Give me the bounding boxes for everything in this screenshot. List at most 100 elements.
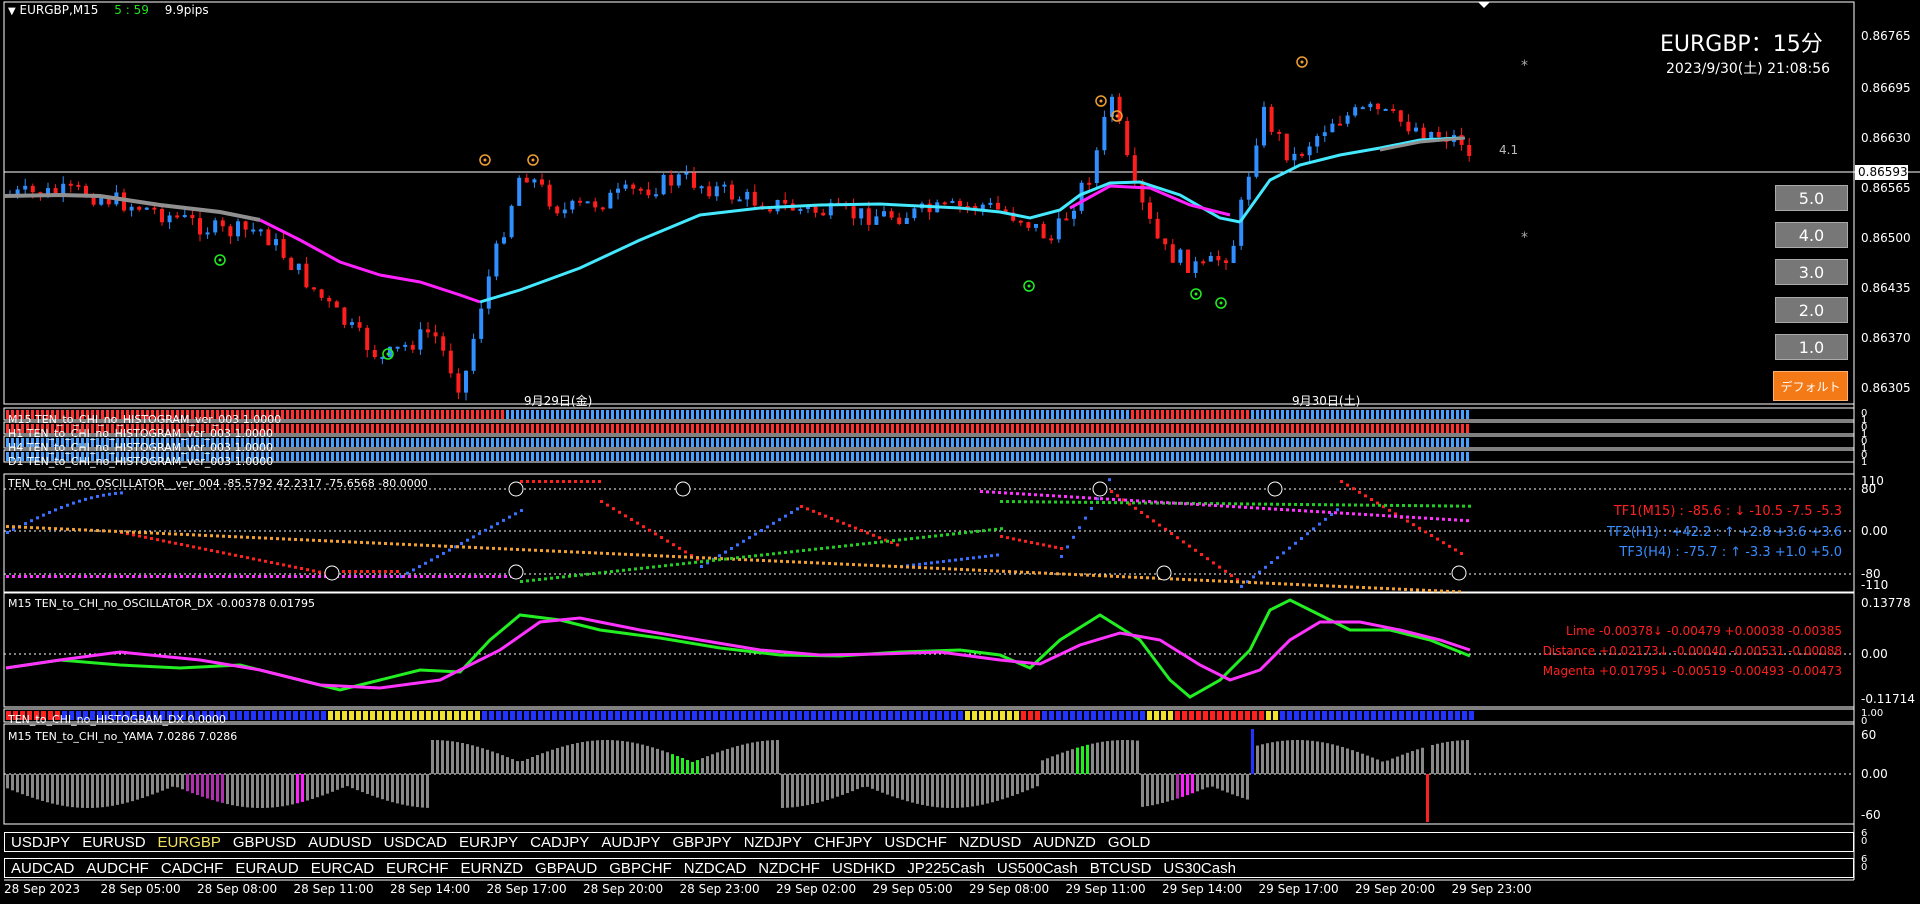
hist-dx-title: TEN_to_CHI_no_HISTOGRAM_DX 0.0000 <box>8 713 226 726</box>
bar-timer: 5 : 59 <box>114 3 149 17</box>
symbol-button[interactable]: GBPCHF <box>609 860 672 877</box>
dx-distance-readout: Distance +0.02173↓ -0.00040 -0.00531 -0.… <box>1542 644 1842 658</box>
time-tick: 28 Sep 14:00 <box>390 882 471 896</box>
time-tick: 29 Sep 02:00 <box>776 882 857 896</box>
symbol-button[interactable]: AUDCHF <box>86 860 149 877</box>
time-tick: 28 Sep 20:00 <box>583 882 664 896</box>
time-tick: 28 Sep 2023 <box>4 882 81 896</box>
preset-button-2[interactable]: 2.0 <box>1775 297 1848 323</box>
time-tick: 29 Sep 08:00 <box>969 882 1050 896</box>
price-tick: 0.86305 <box>1861 381 1911 395</box>
dx-lime-readout: Lime -0.00378↓ -0.00479 +0.00038 -0.0038… <box>1566 624 1842 638</box>
symbol-button[interactable]: EURNZD <box>461 860 524 877</box>
preset-button-3[interactable]: 3.0 <box>1775 259 1848 285</box>
symbol-button[interactable]: USDCAD <box>384 834 447 851</box>
cyan-ma-segment <box>1238 136 1461 223</box>
dx-magenta-line <box>5 616 1471 690</box>
symbol-button[interactable]: USDHKD <box>832 860 895 877</box>
preset-button-1[interactable]: 1.0 <box>1775 334 1848 360</box>
time-tick: 28 Sep 17:00 <box>486 882 567 896</box>
price-tick: 0.86695 <box>1861 81 1911 95</box>
preset-button-4[interactable]: 4.0 <box>1775 222 1848 248</box>
symbol-button[interactable]: AUDCAD <box>11 860 74 877</box>
symbol-button[interactable]: USDCHF <box>884 834 947 851</box>
preset-button-5[interactable]: 5.0 <box>1775 185 1848 211</box>
symbol-button[interactable]: US500Cash <box>997 860 1078 877</box>
time-tick: 29 Sep 05:00 <box>872 882 953 896</box>
svg-text:*: * <box>1521 58 1528 74</box>
hist-dx-blocks <box>6 711 1474 720</box>
default-button[interactable]: デフォルト <box>1773 371 1848 401</box>
symbol-button[interactable]: EURCHF <box>386 860 449 877</box>
symbol-button[interactable]: AUDUSD <box>308 834 371 851</box>
time-tick: 29 Sep 14:00 <box>1162 882 1243 896</box>
symbol-button[interactable]: NZDJPY <box>744 834 802 851</box>
pair-title: EURGBP：15分 <box>1660 32 1823 57</box>
oscillator-title: TEN_to_CHI_no_OSCILLATOR__ver_004 -85.57… <box>8 477 428 490</box>
symbol-bar-row2: AUDCAD AUDCHF CADCHF EURAUD EURCAD EURCHF EURN… <box>4 858 1854 878</box>
chart-panes[interactable]: * * <box>0 0 1920 904</box>
time-tick: 29 Sep 20:00 <box>1355 882 1436 896</box>
time-tick: 28 Sep 11:00 <box>293 882 374 896</box>
strip-label-h4: H4 TEN_to_CHI_no_HISTOGRAM_ver_003 1.000… <box>8 441 273 454</box>
symbol-button[interactable]: GBPAUD <box>535 860 597 877</box>
symbol-button[interactable]: GOLD <box>1108 834 1151 851</box>
time-tick: 29 Sep 11:00 <box>1065 882 1146 896</box>
chart-annotation: 4.1 <box>1499 143 1519 157</box>
symbol-button[interactable]: EURUSD <box>82 834 145 851</box>
symbol-button[interactable]: JP225Cash <box>907 860 985 877</box>
tf3-readout: TF3(H4) : -75.7 : ↑ -3.3 +1.0 +5.0 <box>1619 545 1842 560</box>
dx-magenta-readout: Magenta +0.01795↓ -0.00519 -0.00493 -0.0… <box>1542 664 1842 678</box>
symbol-button[interactable]: EURJPY <box>459 834 518 851</box>
strip-label-m15: M15 TEN_to_CHI_no_HISTOGRAM_ver_003 1.00… <box>8 413 282 426</box>
current-price-tag: 0.86593 <box>1855 165 1908 180</box>
time-tick: 29 Sep 17:00 <box>1258 882 1339 896</box>
time-tick: 28 Sep 23:00 <box>679 882 760 896</box>
symbol-button[interactable]: CADJPY <box>530 834 589 851</box>
scroll-marker-icon[interactable] <box>1478 2 1490 8</box>
symbol-button[interactable]: AUDNZD <box>1033 834 1096 851</box>
symbol-button[interactable]: EURAUD <box>235 860 298 877</box>
symbol-button[interactable]: EURCAD <box>311 860 374 877</box>
spread-label: 9.9pips <box>164 3 209 17</box>
price-tick: 0.86500 <box>1861 231 1911 245</box>
symbol-button[interactable]: NZDUSD <box>959 834 1022 851</box>
price-tick: 0.86630 <box>1861 131 1911 145</box>
main-chart-frame <box>3 1 1855 405</box>
svg-text:*: * <box>1521 230 1528 246</box>
symbol-button[interactable]: NZDCAD <box>684 860 747 877</box>
chart-header: ▼ EURGBP,M15 5 : 59 9.9pips <box>8 3 209 17</box>
oscillator-dots <box>6 478 1471 594</box>
symbol-button[interactable]: AUDJPY <box>601 834 660 851</box>
symbol-button[interactable]: US30Cash <box>1163 860 1236 877</box>
time-tick: 28 Sep 05:00 <box>100 882 181 896</box>
price-tick: 0.86565 <box>1861 181 1911 195</box>
symbol-button[interactable]: GBPJPY <box>673 834 732 851</box>
date-label-day2: 9月30日(土) <box>1292 394 1361 408</box>
symbol-button[interactable]: GBPUSD <box>233 834 296 851</box>
price-tick: 0.86435 <box>1861 281 1911 295</box>
symbol-button[interactable]: CADCHF <box>161 860 224 877</box>
symbol-bar-row1: USDJPY EURUSD EURGBP GBPUSD AUDUSD USDCAD EURJ… <box>4 832 1854 852</box>
dx-lime-line <box>5 598 1471 699</box>
symbol-button[interactable]: NZDCHF <box>758 860 820 877</box>
collapse-arrow-icon[interactable]: ▼ <box>8 6 16 17</box>
date-label-day1: 9月29日(金) <box>524 394 593 408</box>
datetime-label: 2023/9/30(土) 21:08:56 <box>1666 61 1831 77</box>
candlestick-series <box>8 93 1472 401</box>
strip-label-h1: H1 TEN_to_CHI_no_HISTOGRAM_ver_003 1.000… <box>8 427 273 440</box>
time-tick: 28 Sep 08:00 <box>197 882 278 896</box>
tf2-readout: TF2(H1) : +42.2 : ↑ +2.8 +3.6 +3.6 <box>1607 525 1842 540</box>
yama-title: M15 TEN_to_CHI_no_YAMA 7.0286 7.0286 <box>8 730 238 743</box>
strip-label-d1: D1 TEN_to_CHI_no_HISTOGRAM_ver_003 1.000… <box>8 455 274 468</box>
symbol-button[interactable]: EURGBP <box>158 834 221 851</box>
dx-title: M15 TEN_to_CHI_no_OSCILLATOR_DX -0.00378… <box>8 597 316 610</box>
symbol-button[interactable]: CHFJPY <box>814 834 872 851</box>
price-tick: 0.86765 <box>1861 29 1911 43</box>
symbol-label: EURGBP,M15 <box>19 3 99 17</box>
histogram-strips <box>3 407 1855 463</box>
tf1-readout: TF1(M15) : -85.6 : ↓ -10.5 -7.5 -5.3 <box>1613 504 1842 519</box>
symbol-button[interactable]: USDJPY <box>11 834 70 851</box>
symbol-button[interactable]: BTCUSD <box>1090 860 1152 877</box>
price-tick: 0.86370 <box>1861 331 1911 345</box>
